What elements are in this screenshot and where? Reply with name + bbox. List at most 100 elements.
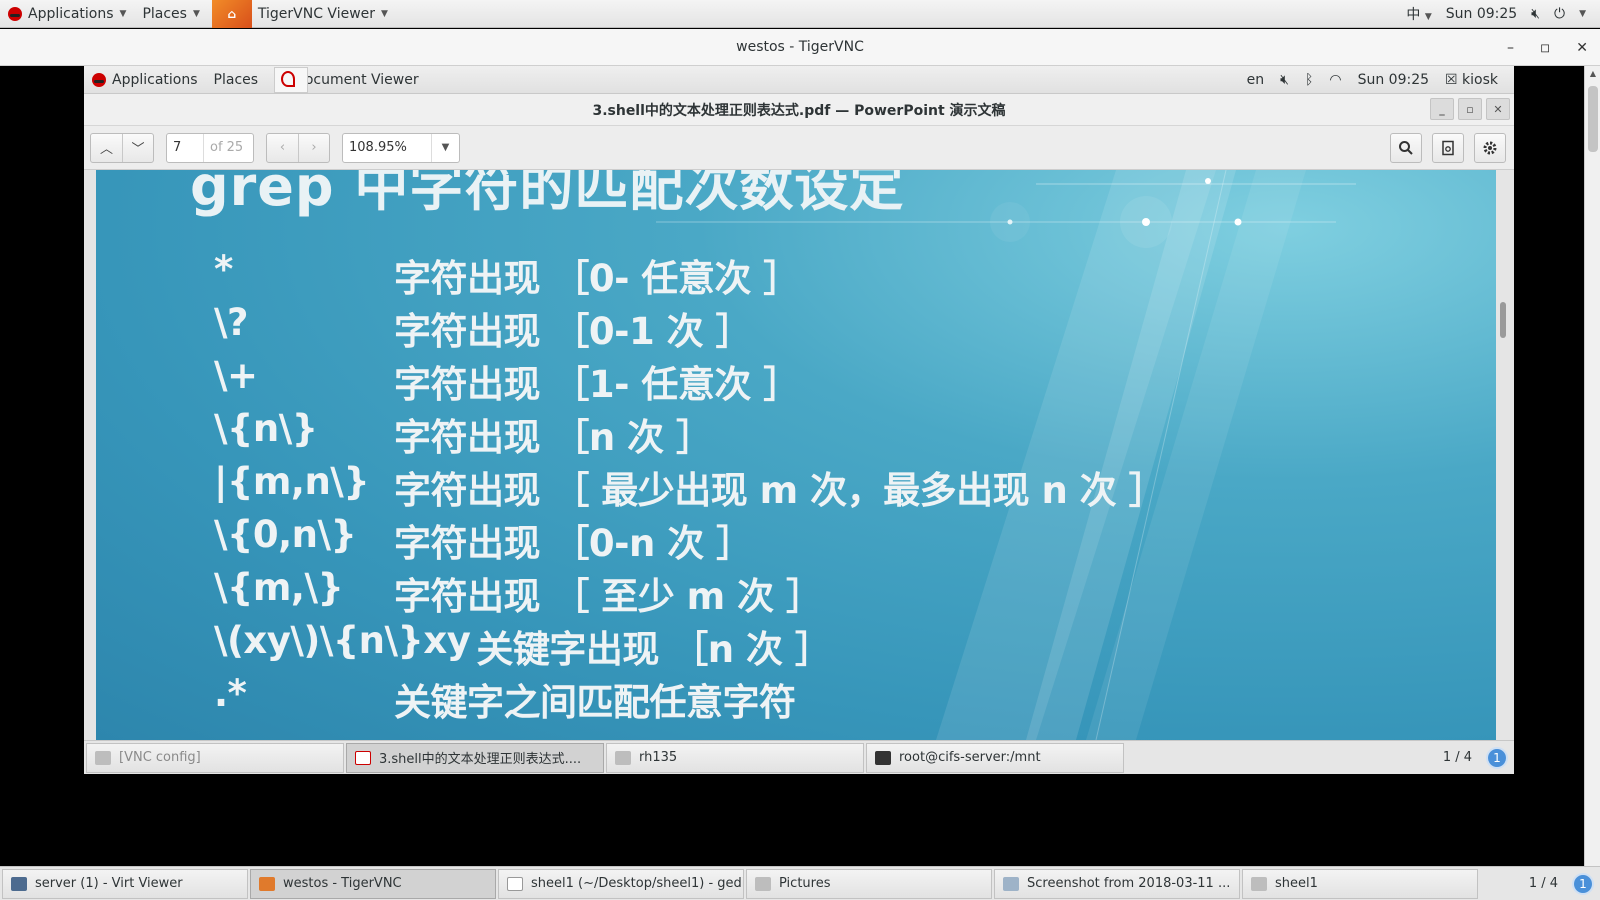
gear-icon (1483, 141, 1497, 155)
viewer-tool-buttons (1390, 133, 1506, 163)
remote-task-document-viewer[interactable]: 3.shell中的文本处理正则表达式.... (346, 742, 604, 773)
top-bar: Applications ▼ Places ▼ ⌂ TigerVNC Viewe… (0, 0, 1600, 28)
zoom-input[interactable] (343, 140, 431, 155)
places-menu[interactable]: Places ▼ (134, 0, 207, 28)
window-controls: – ◽ ✕ (1507, 29, 1588, 66)
remote-desktop[interactable]: Applications Places Document Viewer en 🔇… (84, 66, 1514, 788)
previous-page-button[interactable]: ︿ (91, 134, 122, 162)
page-number-input[interactable] (167, 140, 203, 155)
document-view[interactable]: grep 中字符的匹配次数设定 * 字符出现 ［0- 任意次 ］ \? 字符出现 ［… (84, 170, 1514, 740)
input-method-indicator[interactable]: 中 ▼ (1406, 4, 1431, 24)
chevron-down-icon: ▼ (1424, 11, 1432, 22)
document-viewer-icon (274, 66, 309, 93)
slide-row-desc: 字符出现 ［ 至少 m 次 ］ (394, 575, 823, 618)
history-back-button[interactable]: ‹ (267, 134, 298, 162)
vnc-window-titlebar: westos - TigerVNC – ◽ ✕ (0, 29, 1600, 66)
volume-muted-icon[interactable]: 🔇︎ (1280, 72, 1289, 88)
slide-row-symbol: \(xy\)\{n\}xy (214, 619, 471, 662)
maximize-button[interactable]: ◽ (1540, 40, 1550, 56)
annotations-button[interactable] (1432, 133, 1464, 163)
zoom-dropdown-button[interactable]: ▼ (431, 133, 459, 162)
minimize-button[interactable]: – (1507, 40, 1514, 56)
wifi-icon[interactable]: ◠ (1329, 72, 1341, 88)
slide-row: \{m,\} 字符出现 ［ 至少 m 次 ］ (214, 566, 823, 620)
volume-muted-icon[interactable]: 🔇︎ (1531, 6, 1540, 22)
slide-row-desc: 字符出现 ［0-n 次 ］ (394, 522, 753, 565)
folder-icon (755, 876, 771, 891)
workspace-indicator[interactable]: 1 / 4 (1529, 876, 1558, 891)
remote-clock[interactable]: Sun 09:25 (1358, 72, 1429, 88)
remote-task-vnc-config[interactable]: [VNC config] (86, 742, 344, 773)
notification-badge[interactable]: 1 (1486, 746, 1508, 769)
remote-workspace-switcher: 1 / 4 1 (1443, 746, 1514, 769)
power-icon[interactable]: ⏻ (1554, 6, 1565, 22)
slide-row: .* 关键字之间匹配任意字符 (214, 672, 796, 726)
settings-button[interactable] (1474, 133, 1506, 163)
remote-task-terminal[interactable]: root@cifs-server:/mnt (866, 742, 1124, 773)
tigervnc-icon (259, 876, 275, 891)
scrollbar-thumb[interactable] (1588, 86, 1598, 152)
next-page-button[interactable]: ﹀ (122, 133, 153, 162)
slide-row: \? 字符出现 ［0-1 次 ］ (214, 301, 753, 355)
slide-row: \{n\} 字符出现 ［n 次 ］ (214, 407, 713, 461)
remote-status-area: en 🔇︎ ᛒ ◠ Sun 09:25 ☒ kiosk (1247, 66, 1514, 94)
slide-row-symbol: \+ (214, 354, 258, 397)
task-pictures[interactable]: Pictures (746, 868, 992, 899)
workspace-indicator[interactable]: 1 / 4 (1443, 750, 1472, 765)
redhat-icon (92, 72, 106, 87)
page-total-label: of 25 (203, 133, 243, 162)
page-nav-group: ︿ ﹀ (90, 132, 154, 163)
slide-row-desc: 字符出现 ［1- 任意次 ］ (394, 363, 800, 406)
minimize-button[interactable]: _ (1430, 98, 1454, 120)
clock[interactable]: Sun 09:25 (1446, 6, 1517, 22)
task-tigervnc[interactable]: westos - TigerVNC (250, 868, 496, 899)
task-label: 3.shell中的文本处理正则表达式.... (379, 752, 582, 767)
task-label: Pictures (779, 876, 831, 891)
folder-icon (615, 750, 631, 765)
task-label: rh135 (639, 750, 678, 765)
slide-row-desc: 关键字出现 ［n 次 ］ (476, 628, 832, 671)
task-virt-viewer[interactable]: server (1) - Virt Viewer (2, 868, 248, 899)
history-forward-button[interactable]: › (298, 133, 329, 162)
chevron-down-icon[interactable]: ▼ (1579, 9, 1586, 19)
remote-places-menu[interactable]: Places (206, 66, 267, 94)
slide-row-symbol: |{m,n\} (214, 460, 370, 503)
active-app-menu[interactable]: ⌂ TigerVNC Viewer ▼ (208, 0, 396, 28)
user-menu[interactable]: ☒ kiosk (1445, 72, 1498, 88)
remote-task-rh135[interactable]: rh135 (606, 742, 864, 773)
task-gedit[interactable]: sheel1 (~/Desktop/sheel1) - gedit (498, 868, 744, 899)
slide-row: \(xy\)\{n\}xy 关键字出现 ［n 次 ］ (214, 619, 832, 673)
slide-row-symbol: \? (214, 301, 248, 344)
language-indicator[interactable]: en (1247, 72, 1265, 88)
places-label: Places (142, 5, 187, 22)
slide-row-symbol: .* (214, 672, 247, 715)
vnc-scrollbar[interactable]: ▲ (1584, 66, 1600, 866)
close-button[interactable]: ✕ (1486, 98, 1510, 120)
remote-applications-menu[interactable]: Applications (84, 66, 206, 94)
vnc-window-title: westos - TigerVNC (736, 39, 864, 55)
search-button[interactable] (1390, 133, 1422, 163)
document-scrollbar[interactable] (1500, 302, 1506, 338)
zoom-selector: ▼ (342, 132, 460, 163)
applications-label: Applications (28, 5, 114, 22)
text-editor-icon (507, 876, 523, 891)
task-label: sheel1 (~/Desktop/sheel1) - gedit (531, 876, 744, 891)
chevron-up-icon: ︿ (99, 142, 113, 157)
task-sheel1[interactable]: sheel1 (1242, 868, 1478, 899)
remote-active-app-menu[interactable]: Document Viewer (266, 66, 427, 94)
chevron-down-icon: ▼ (192, 8, 200, 19)
input-method-label: 中 (1406, 6, 1421, 23)
user-name: kiosk (1462, 71, 1498, 88)
scroll-up-icon[interactable]: ▲ (1585, 66, 1600, 80)
task-label: Screenshot from 2018-03-11 ... (1027, 876, 1231, 891)
remote-taskbar: [VNC config] 3.shell中的文本处理正则表达式.... rh13… (84, 740, 1514, 774)
notification-badge[interactable]: 1 (1572, 872, 1594, 895)
slide-row-desc: 关键字之间匹配任意字符 (394, 681, 796, 724)
bluetooth-icon[interactable]: ᛒ (1305, 72, 1313, 88)
task-screenshot[interactable]: Screenshot from 2018-03-11 ... (994, 868, 1240, 899)
close-button[interactable]: ✕ (1576, 40, 1588, 56)
slide-row-desc: 字符出现 ［0- 任意次 ］ (394, 257, 800, 300)
remote-top-bar: Applications Places Document Viewer en 🔇… (84, 66, 1514, 94)
applications-menu[interactable]: Applications ▼ (0, 0, 134, 28)
maximize-button[interactable]: ▫ (1458, 98, 1482, 120)
